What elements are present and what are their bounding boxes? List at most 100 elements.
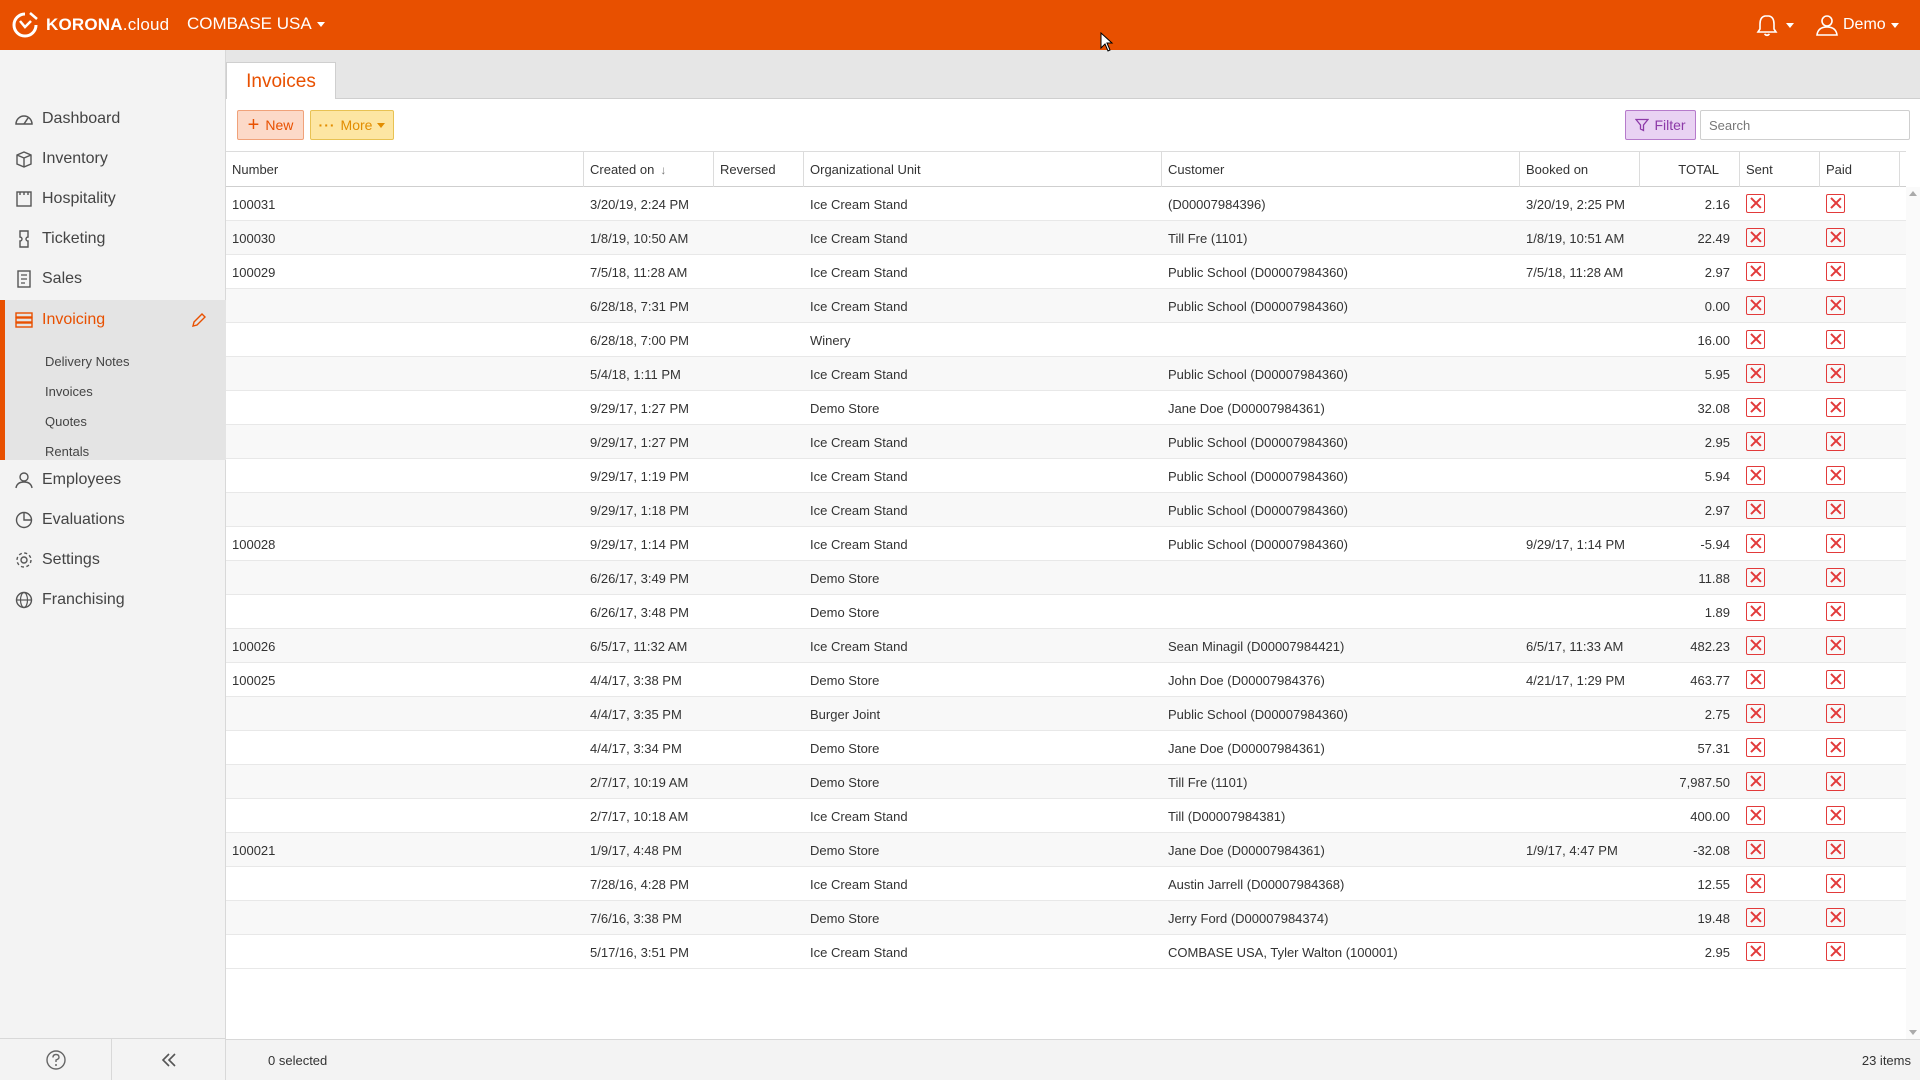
cell-created-on: 9/29/17, 1:14 PM [590,536,690,552]
new-button[interactable]: + New [237,110,304,140]
sidebar-item-invoicing[interactable]: Invoicing [0,300,226,340]
column-header-org-unit[interactable]: Organizational Unit [804,152,1162,187]
notifications-button[interactable] [1755,13,1794,37]
cell-number: 100031 [232,196,276,212]
cell-org-unit: Demo Store [810,910,880,926]
selection-count: 0 selected [268,1053,328,1068]
sidebar-item-label: Settings [42,551,100,568]
cell-org-unit: Ice Cream Stand [810,468,908,484]
sidebar-item-evaluations[interactable]: Evaluations [0,500,226,540]
table-row[interactable]: 6/26/17, 3:49 PM Demo Store 11.88 [226,561,1906,595]
sent-status-x-icon [1746,194,1765,213]
table-row[interactable]: 9/29/17, 1:18 PM Ice Cream Stand Public Sc… [226,493,1906,527]
table-row[interactable]: 6/28/18, 7:31 PM Ice Cream Stand Public Sc… [226,289,1906,323]
more-button-label: More [340,117,373,133]
cell-org-unit: Burger Joint [810,706,881,722]
subnav-item-delivery-notes[interactable]: Delivery Notes [45,354,130,369]
cell-booked-on [1526,425,1636,459]
subnav-item-invoices[interactable]: Invoices [45,384,93,399]
sidebar-item-label: Sales [42,270,83,287]
cell-org-unit: Ice Cream Stand [810,502,908,518]
scroll-up-icon[interactable] [1909,191,1917,196]
vertical-scrollbar[interactable] [1906,187,1920,1039]
cell-customer: John Doe (D00007984376) [1168,672,1325,688]
table-row[interactable]: 7/6/16, 3:38 PM Demo Store Jerry Ford (D00… [226,901,1906,935]
table-row[interactable]: 100028 9/29/17, 1:14 PM Ice Cream Stand Pub… [226,527,1906,561]
filter-button[interactable]: Filter [1625,110,1696,140]
cell-reversed [720,493,800,527]
cell-customer: Austin Jarrell (D00007984368) [1168,876,1345,892]
company-selector[interactable]: COMBASE USA [187,14,325,34]
sent-status-x-icon [1746,500,1765,519]
sidebar-item-inventory[interactable]: Inventory [0,139,226,179]
table-row[interactable]: 100026 6/5/17, 11:32 AM Ice Cream Stand Sea… [226,629,1906,663]
column-header-customer[interactable]: Customer [1162,152,1520,187]
table-row[interactable]: 6/28/18, 7:00 PM Winery 16.00 [226,323,1906,357]
sent-status-x-icon [1746,466,1765,485]
help-icon [45,1050,66,1070]
globe-icon [15,591,33,609]
column-header-created-on[interactable]: Created on ↓ [584,152,714,187]
sent-status-x-icon [1746,670,1765,689]
column-header-reversed[interactable]: Reversed [714,152,804,187]
cell-total: 11.88 [1698,570,1730,586]
cell-org-unit: Ice Cream Stand [810,638,908,654]
table-row[interactable]: 2/7/17, 10:19 AM Demo Store Till Fre (1101… [226,765,1906,799]
table-row[interactable]: 6/26/17, 3:48 PM Demo Store 1.89 [226,595,1906,629]
subnav-item-quotes[interactable]: Quotes [45,414,87,429]
search-input[interactable] [1700,110,1910,140]
table-row[interactable]: 7/28/16, 4:28 PM Ice Cream Stand Austin Ja… [226,867,1906,901]
korona-logo[interactable]: KORONA.cloud [8,10,169,40]
table-row[interactable]: 100025 4/4/17, 3:38 PM Demo Store John Doe … [226,663,1906,697]
sidebar-item-settings[interactable]: Settings [0,540,226,580]
sidebar-item-employees[interactable]: Employees [0,460,226,500]
table-row[interactable]: 4/4/17, 3:34 PM Demo Store Jane Doe (D0000… [226,731,1906,765]
sidebar-item-hospitality[interactable]: Hospitality [0,179,226,219]
table-row[interactable]: 9/29/17, 1:27 PM Demo Store Jane Doe (D000… [226,391,1906,425]
cell-total: 2.95 [1704,434,1730,450]
cell-org-unit: Demo Store [810,570,880,586]
cell-number [232,425,572,459]
table-row[interactable]: 9/29/17, 1:27 PM Ice Cream Stand Public Sc… [226,425,1906,459]
column-header-booked-on[interactable]: Booked on [1520,152,1640,187]
receipt-icon [17,270,31,288]
table-row[interactable]: 5/4/18, 1:11 PM Ice Cream Stand Public Sch… [226,357,1906,391]
collapse-sidebar-button[interactable] [112,1039,226,1080]
table-row[interactable]: 100021 1/9/17, 4:48 PM Demo Store Jane Doe … [226,833,1906,867]
pencil-icon[interactable] [190,311,208,329]
cell-customer: Sean Minagil (D00007984421) [1168,638,1345,654]
cell-reversed [720,221,800,255]
cell-booked-on [1526,901,1636,935]
toolbar: + New ··· More Filter [226,99,1920,151]
user-name: Demo [1843,16,1886,33]
sidebar-item-sales[interactable]: Sales [0,259,226,299]
sidebar-item-franchising[interactable]: Franchising [0,580,226,620]
table-row[interactable]: 5/17/16, 3:51 PM Ice Cream Stand COMBASE U… [226,935,1906,969]
sidebar-item-dashboard[interactable]: Dashboard [0,99,226,139]
help-button[interactable] [0,1039,112,1080]
scroll-down-icon[interactable] [1909,1030,1917,1035]
more-button[interactable]: ··· More [310,110,394,140]
column-header-paid[interactable]: Paid [1820,152,1900,187]
table-row[interactable]: 4/4/17, 3:35 PM Burger Joint Public School… [226,697,1906,731]
cell-booked-on [1526,459,1636,493]
table-row[interactable]: 100031 3/20/19, 2:24 PM Ice Cream Stand (D0… [226,187,1906,221]
user-menu[interactable]: Demo [1815,13,1899,37]
subnav-item-rentals[interactable]: Rentals [45,444,89,459]
column-header-number[interactable]: Number [226,152,584,187]
sidebar-item-ticketing[interactable]: Ticketing [0,219,226,259]
sidebar-item-label: Ticketing [42,230,106,247]
cell-total: 0.00 [1704,298,1730,314]
tab-invoices[interactable]: Invoices [226,62,336,100]
cell-created-on: 6/26/17, 3:48 PM [590,604,690,620]
cell-total: -32.08 [1693,842,1730,858]
cell-created-on: 5/4/18, 1:11 PM [590,366,681,382]
cell-total: 2.95 [1704,944,1730,960]
table-row[interactable]: 2/7/17, 10:18 AM Ice Cream Stand Till (D00… [226,799,1906,833]
column-header-sent[interactable]: Sent [1740,152,1820,187]
filter-button-label: Filter [1654,117,1686,133]
table-row[interactable]: 9/29/17, 1:19 PM Ice Cream Stand Public Sc… [226,459,1906,493]
column-header-total[interactable]: TOTAL [1640,152,1740,187]
table-row[interactable]: 100029 7/5/18, 11:28 AM Ice Cream Stand Pub… [226,255,1906,289]
table-row[interactable]: 100030 1/8/19, 10:50 AM Ice Cream Stand Til… [226,221,1906,255]
